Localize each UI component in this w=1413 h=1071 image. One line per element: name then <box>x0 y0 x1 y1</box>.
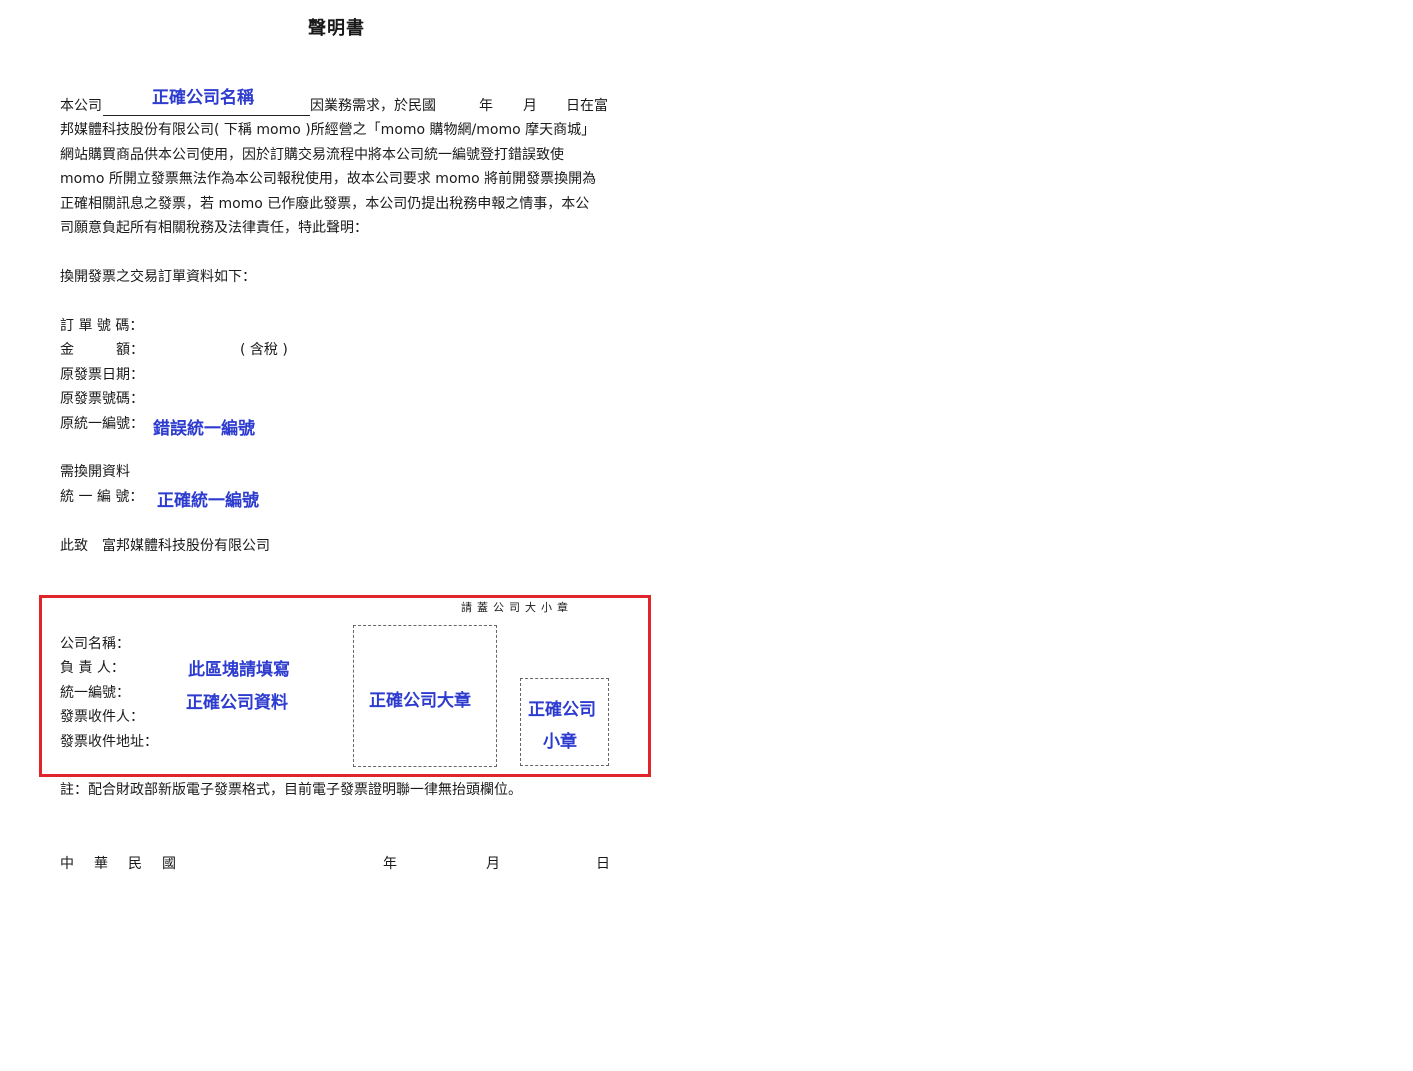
orig-tax-id-fill: 錯誤統一編號 <box>153 419 255 439</box>
reissue-tax-id-label: 統 一 編 號： <box>60 489 144 505</box>
intro-line4: momo 所開立發票無法作為本公司報稅使用，故本公司要求 momo 將前開發票換… <box>60 171 597 187</box>
date-era: 中 華 民 國 <box>60 856 179 872</box>
intro-month: 月 <box>523 98 537 114</box>
order-intro: 換開發票之交易訂單資料如下： <box>60 269 256 285</box>
addressee: 此致 富邦媒體科技股份有限公司 <box>60 538 270 554</box>
invoice-format-note: 註：配合財政部新版電子發票格式，目前電子發票證明聯一律無抬頭欄位。 <box>60 782 522 798</box>
small-stamp-fill-line2: 小章 <box>543 732 577 752</box>
reissue-tax-id-fill: 正確統一編號 <box>157 491 259 511</box>
company-name-label: 公司名稱： <box>60 636 130 652</box>
small-stamp-fill-line1: 正確公司 <box>528 700 596 720</box>
company-name-fill: 正確公司名稱 <box>152 88 254 108</box>
intro-line5: 正確相關訊息之發票，若 momo 已作廢此發票，本公司仍提出稅務申報之情事，本公 <box>60 196 590 212</box>
company-block-fill-line1: 此區塊請填寫 <box>188 660 290 680</box>
small-stamp-area <box>520 678 609 766</box>
intro-day-suffix: 日在富 <box>566 98 608 114</box>
amount-label: 金 額： <box>60 342 144 358</box>
orig-invoice-date-label: 原發票日期： <box>60 367 144 383</box>
intro-line1-prefix: 本公司 <box>60 98 102 114</box>
intro-line6: 司願意負起所有相關稅務及法律責任，特此聲明： <box>60 220 368 236</box>
orig-tax-id-label: 原統一編號： <box>60 416 144 432</box>
intro-year: 年 <box>479 98 493 114</box>
page-title: 聲明書 <box>308 18 365 39</box>
intro-line2: 邦媒體科技股份有限公司( 下稱 momo )所經營之「momo 購物網/momo… <box>60 122 596 138</box>
orig-invoice-no-label: 原發票號碼： <box>60 391 144 407</box>
order-no-label: 訂 單 號 碼： <box>60 318 144 334</box>
tax-included-note: ( 含稅 ) <box>240 342 288 358</box>
intro-line1-suffix: 因業務需求，於民國 <box>310 98 436 114</box>
invoice-receiver-label: 發票收件人： <box>60 709 144 725</box>
big-stamp-fill: 正確公司大章 <box>369 691 471 711</box>
company-block-fill-line2: 正確公司資料 <box>186 693 288 713</box>
date-year: 年 <box>383 856 397 872</box>
date-day: 日 <box>596 856 610 872</box>
stamp-hint: 請蓋公司大小章 <box>461 601 573 614</box>
intro-line3: 網站購買商品供本公司使用，因於訂購交易流程中將本公司統一編號登打錯誤致使 <box>60 147 564 163</box>
company-tax-id-label: 統一編號： <box>60 685 130 701</box>
invoice-address-label: 發票收件地址： <box>60 734 158 750</box>
responsible-person-label: 負 責 人： <box>60 660 125 676</box>
date-month: 月 <box>486 856 500 872</box>
company-name-blank-line <box>103 115 310 116</box>
reissue-heading: 需換開資料 <box>60 464 130 480</box>
